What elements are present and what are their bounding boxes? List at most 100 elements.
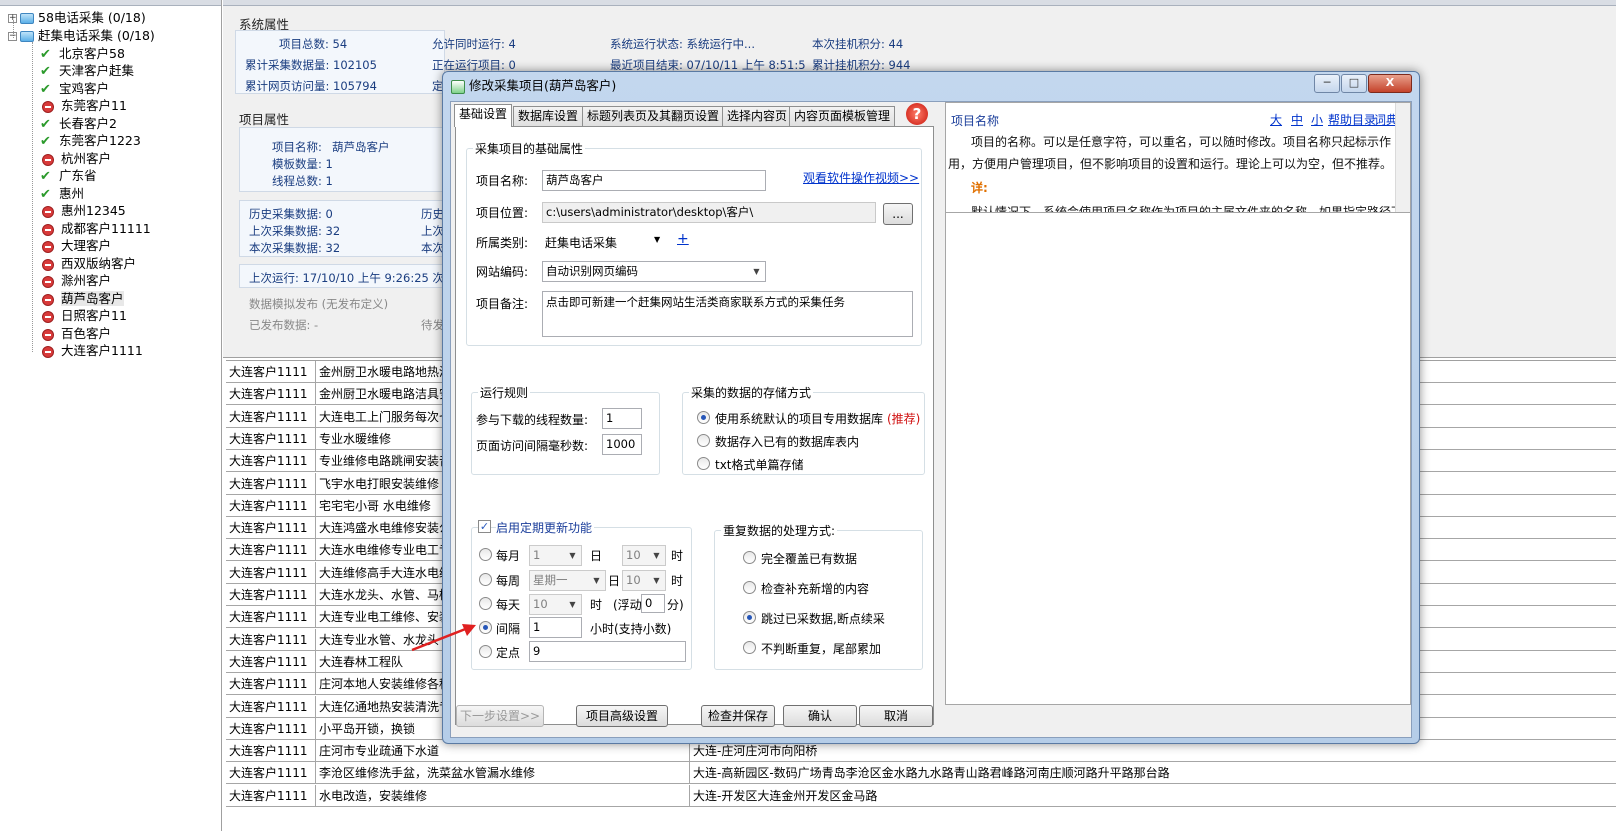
expand-icon[interactable]: + [8,14,17,23]
table-cell: 大连客户1111 [226,717,316,740]
project-name-input[interactable]: 葫芦岛客户 [542,170,766,191]
tab-basic[interactable]: 基础设置 [454,104,513,127]
monthly-hour-select[interactable]: 10 ▼ [622,545,666,566]
folder-icon [20,31,34,42]
video-link[interactable]: 观看软件操作视频>> [803,169,919,186]
tree-item[interactable]: 百色客户 [40,325,111,343]
ok-button[interactable]: 确认 [783,705,857,727]
fixed-radio[interactable] [479,645,492,658]
help-index-link[interactable]: 帮助目录 [1328,111,1376,128]
red-arrow-icon [411,624,476,652]
tree-item[interactable]: 滁州客户 [40,272,111,290]
cancel-button[interactable]: 取消 [859,705,933,727]
tab-content-page[interactable]: 选择内容页 [722,106,793,126]
tree-item[interactable]: ✔ 惠州 [40,185,84,203]
stop-icon [42,153,54,166]
weekly-hour-select[interactable]: 10 ▼ [622,570,666,591]
category-select[interactable]: 赶集电话采集 [545,234,617,251]
note-textarea[interactable]: 点击即可新建一个赶集网站生活类商家联系方式的采集任务 [542,291,913,337]
tab-database[interactable]: 数据库设置 [513,106,584,126]
tab-title-list[interactable]: 标题列表页及其翻页设置 [582,106,725,126]
published-data: 已发布数据: - [249,318,319,332]
advanced-settings-button[interactable]: 项目高级设置 [576,705,668,727]
dialog-titlebar[interactable]: 修改采集项目(葫芦岛客户) [451,76,616,96]
table-row[interactable]: 大连客户1111 李沧区维修洗手盆，洗菜盆水管漏水维修 大连-高新园区-数码广场青岛… [226,762,1616,785]
float-input[interactable]: 0 [641,594,665,613]
template-count: 模板数量: 1 [272,157,333,171]
minimize-button[interactable]: ─ [1314,74,1340,93]
fixed-input[interactable]: 9 [529,641,686,662]
dup-overwrite-radio[interactable] [743,551,756,564]
schedule-enable-checkbox[interactable]: ✓ [478,520,491,533]
daily-hour-select[interactable]: 10 ▼ [529,594,582,615]
tree-item[interactable]: 东莞客户11 [40,97,127,115]
tree-item[interactable]: 惠州12345 [40,202,126,220]
weekly-radio[interactable] [479,573,492,586]
tree-item[interactable]: 日照客户11 [40,307,127,325]
help-scrollbar[interactable] [1395,103,1410,212]
tree-item-selected[interactable]: 葫芦岛客户 [40,290,124,308]
font-large-link[interactable]: 大 [1270,111,1282,128]
monthly-radio[interactable] [479,548,492,561]
storage-existing-radio[interactable] [697,434,710,447]
project-tree[interactable]: +58电话采集 (0/18) − 赶集电话采集 (0/18) ✔ 北京客户58 ✔ 天… [0,0,222,831]
interval-radio[interactable] [479,621,492,634]
monthly-day-select[interactable]: 1 ▼ [529,545,582,566]
browse-button[interactable]: ... [883,203,913,225]
storage-default-radio[interactable] [697,411,710,424]
font-medium-link[interactable]: 中 [1291,111,1303,128]
tree-item[interactable]: ✔ 天津客户赶集 [40,62,134,80]
check-save-button[interactable]: 检查并保存 [701,705,775,727]
table-cell: 大连客户1111 [226,539,316,562]
basic-legend: 采集项目的基础属性 [473,140,586,157]
tree-item[interactable]: ✔ 长春客户2 [40,115,117,133]
tree-item[interactable]: 成都客户11111 [40,220,151,238]
tree-folder-ganji[interactable]: − 赶集电话采集 (0/18) [8,27,155,45]
dup-supplement-radio[interactable] [743,581,756,594]
tree-tabs[interactable] [0,0,221,6]
table-cell: 大连客户1111 [226,517,316,540]
add-category-button[interactable]: + [677,231,689,247]
top-tabs[interactable] [223,0,1616,6]
table-cell: 大连-高新园区-数码广场青岛李沧区金水路九水路青山路君峰路河南庄顺河路升平路那台… [693,766,1170,781]
dup-append-radio[interactable] [743,641,756,654]
tree-folder-58[interactable]: +58电话采集 (0/18) [8,9,146,27]
tree-item[interactable]: ✔ 广东省 [40,167,97,185]
close-button[interactable]: X [1368,74,1412,93]
tree-item[interactable]: ✔ 东莞客户1223 [40,132,141,150]
dup-skip-radio[interactable] [743,611,756,624]
location-label: 项目位置: [476,206,529,220]
check-icon: ✔ [40,46,51,62]
tree-item[interactable]: 杭州客户 [40,150,111,168]
tree-item[interactable]: 大理客户 [40,237,111,255]
interval-input[interactable]: 1 [529,617,582,638]
encoding-select[interactable]: 自动识别网页编码 ▼ [542,261,766,282]
storage-txt-radio[interactable] [697,457,710,470]
allow-concurrent: 允许同时运行: 4 [432,37,516,51]
daily-radio[interactable] [479,597,492,610]
tab-template[interactable]: 内容页面模板管理 [789,106,896,126]
storage-existing-label: 数据存入已有的数据库表内 [715,435,860,449]
tree-item[interactable]: ✔ 宝鸡客户 [40,80,109,98]
next-settings-button[interactable]: 下一步设置>> [456,705,544,727]
tree-item[interactable]: ✔ 北京客户58 [40,45,125,63]
tree-label: 大理客户 [61,238,112,253]
tree-item[interactable]: 西双版纳客户 [40,255,136,273]
collapse-icon[interactable]: − [8,32,17,41]
location-input[interactable]: c:\users\administrator\desktop\客户\ [542,202,876,223]
font-small-link[interactable]: 小 [1311,111,1323,128]
threads-input[interactable]: 1 [602,408,642,429]
tree-label: 惠州12345 [61,203,126,218]
maximize-button[interactable]: □ [1341,74,1367,93]
folder-icon [20,13,34,24]
interval-ms-input[interactable]: 1000 [602,434,642,455]
weekly-day-select[interactable]: 星期一 ▼ [529,570,606,591]
table-cell: 大连客户1111 [226,427,316,450]
help-icon[interactable]: ? [906,103,928,125]
category-dropdown-icon[interactable]: ▼ [654,235,660,244]
edit-project-dialog: 修改采集项目(葫芦岛客户) ─ □ X 基础设置 数据库设置 标题列表页及其翻页… [442,71,1420,744]
day-label: 日 [590,549,603,563]
table-cell: 大连客户1111 [226,740,316,763]
table-row[interactable]: 大连客户1111 水电改造，安装维修 大连-开发区大连金州开发区金马路 [226,784,1616,807]
tree-item[interactable]: 大连客户1111 [40,342,143,360]
